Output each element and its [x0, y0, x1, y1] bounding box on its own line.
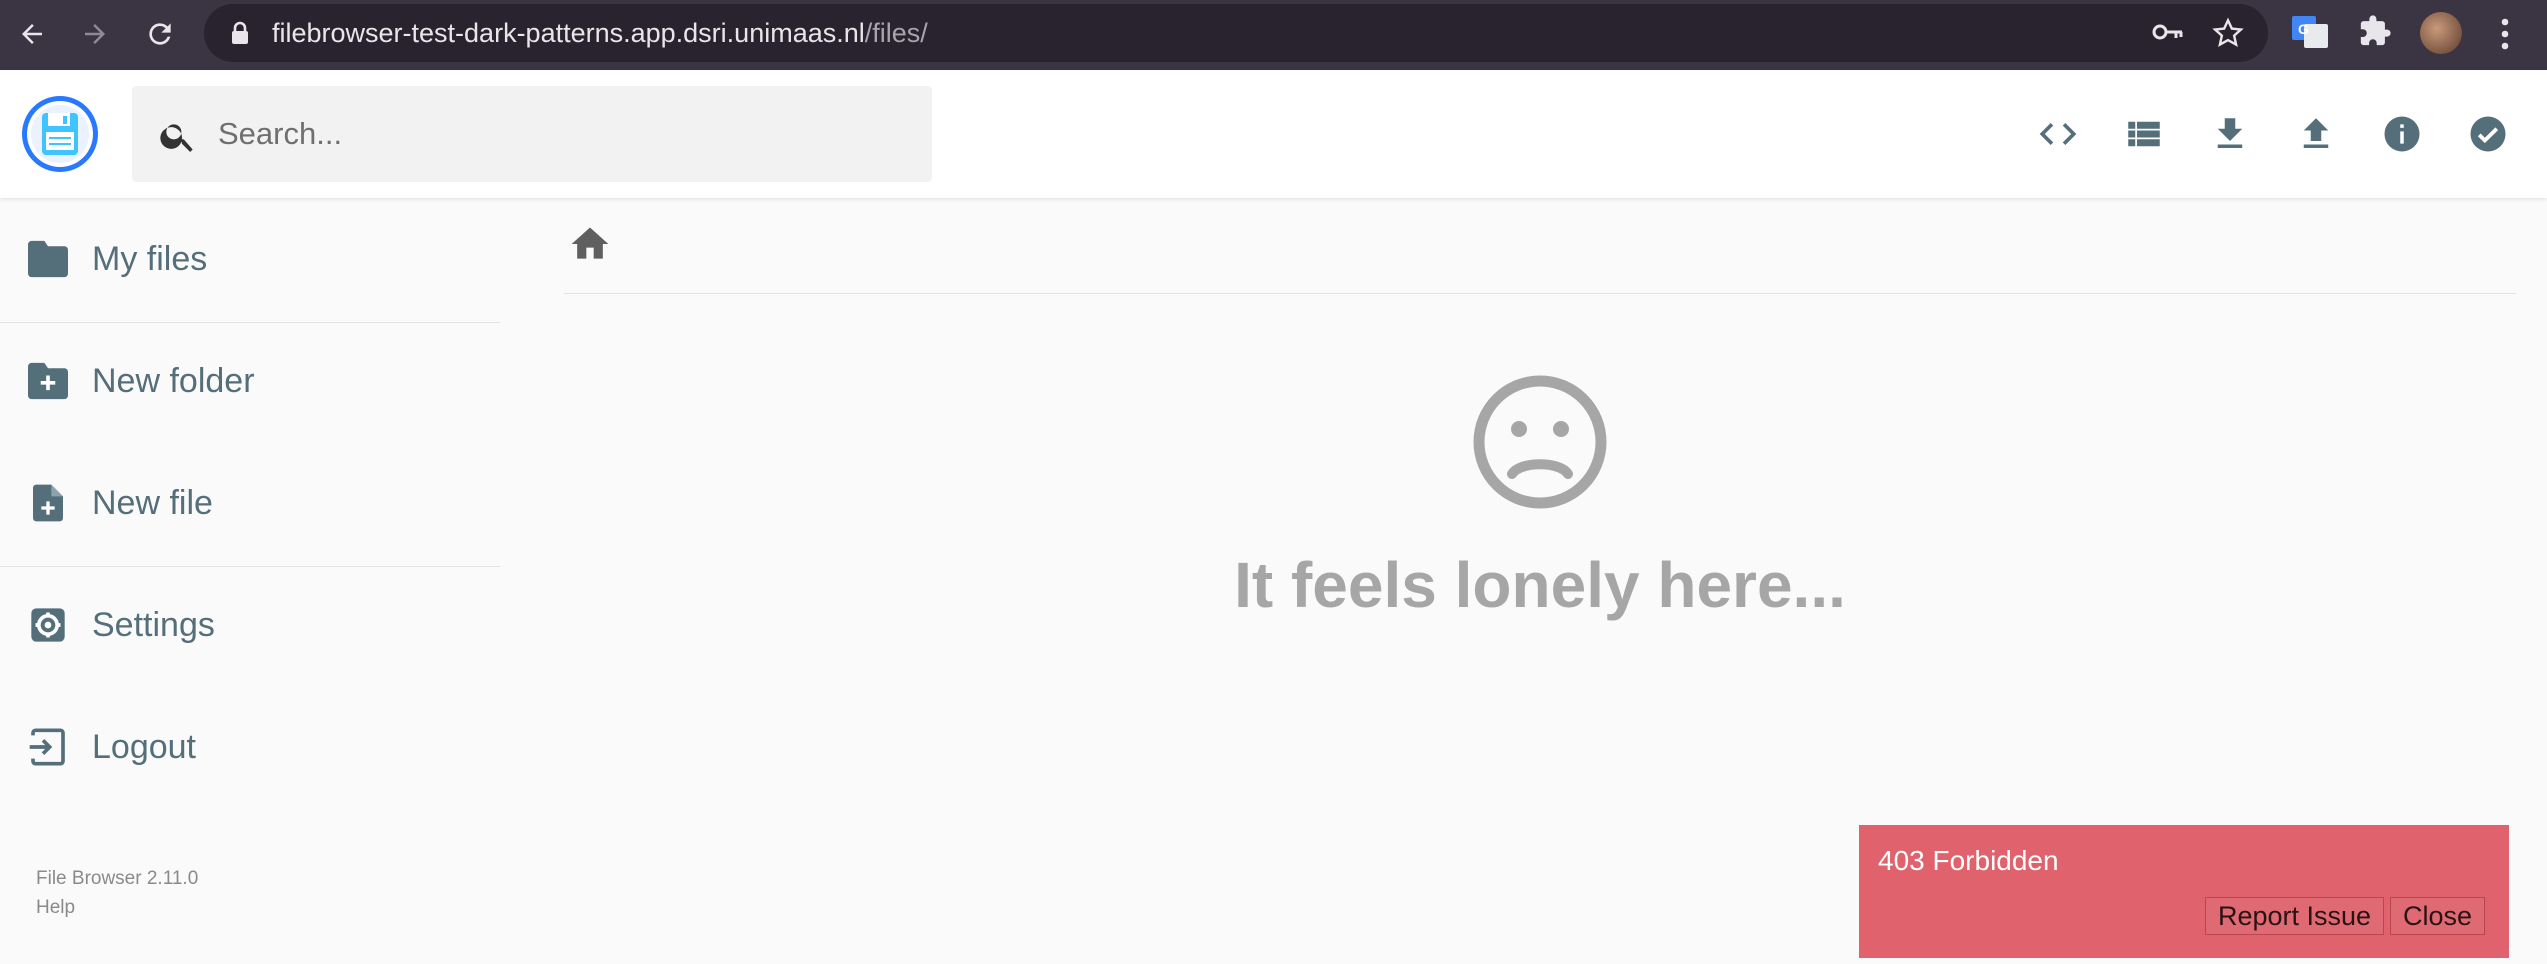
- sidebar-item-new-file[interactable]: New file: [0, 458, 500, 548]
- settings-icon: [31, 608, 65, 642]
- sidebar-item-new-folder[interactable]: New folder: [0, 336, 500, 426]
- sad-face-icon: [1473, 375, 1607, 509]
- lock-icon: [232, 21, 248, 44]
- create-new-folder-icon: [28, 362, 68, 400]
- sidebar-item-label: New file: [92, 484, 213, 522]
- breadcrumb: [564, 222, 2516, 294]
- forward-button[interactable]: [73, 12, 117, 56]
- divider: [0, 566, 500, 567]
- back-button[interactable]: [10, 12, 54, 56]
- sidebar-item-settings[interactable]: Settings: [0, 580, 500, 670]
- upload-button[interactable]: [2292, 110, 2340, 158]
- close-button[interactable]: Close: [2390, 897, 2486, 935]
- search-icon: [160, 124, 193, 152]
- app-header: [0, 70, 2547, 198]
- sidebar: My files New folder New file Settings Lo…: [0, 198, 500, 964]
- select-button[interactable]: [2464, 110, 2512, 158]
- arrow-left-icon: [22, 24, 42, 44]
- sidebar-item-label: My files: [92, 240, 208, 278]
- info-icon: [2384, 116, 2420, 152]
- divider: [0, 322, 500, 323]
- sidebar-item-label: Settings: [92, 606, 215, 644]
- address-bar[interactable]: filebrowser-test-dark-patterns.app.dsri.…: [204, 4, 2268, 62]
- empty-state-message: It feels lonely here...: [1234, 549, 1846, 621]
- sidebar-item-logout[interactable]: Logout: [0, 702, 500, 792]
- profile-avatar[interactable]: [2420, 12, 2462, 54]
- home-icon[interactable]: [568, 222, 612, 266]
- extensions-icon[interactable]: [2358, 14, 2392, 48]
- check-circle-icon: [2470, 116, 2506, 152]
- url-host: filebrowser-test-dark-patterns.app.dsri.…: [272, 18, 865, 48]
- folder-icon: [28, 240, 68, 278]
- info-button[interactable]: [2378, 110, 2426, 158]
- url-path: /files/: [864, 18, 928, 48]
- filebrowser-logo[interactable]: [20, 94, 100, 174]
- reload-icon: [149, 23, 171, 45]
- browser-toolbar: filebrowser-test-dark-patterns.app.dsri.…: [0, 0, 2547, 70]
- credits: File Browser 2.11.0 Help: [36, 864, 198, 922]
- help-link[interactable]: Help: [36, 893, 198, 922]
- download-button[interactable]: [2206, 110, 2254, 158]
- sidebar-item-my-files[interactable]: My files: [0, 214, 500, 304]
- star-icon[interactable]: [2212, 17, 2244, 49]
- download-icon: [2217, 118, 2243, 148]
- sidebar-item-label: Logout: [92, 728, 196, 766]
- list-view-button[interactable]: [2120, 110, 2168, 158]
- toast-message: 403 Forbidden: [1878, 845, 2059, 876]
- arrow-right-icon: [85, 24, 105, 44]
- exit-icon: [29, 728, 65, 766]
- google-translate-icon[interactable]: G: [2292, 14, 2328, 50]
- version-text: File Browser 2.11.0: [36, 868, 199, 889]
- note-add-icon: [33, 484, 63, 522]
- search-input[interactable]: [218, 108, 898, 160]
- upload-icon: [2303, 118, 2329, 148]
- search-box[interactable]: [132, 86, 932, 182]
- url-text: filebrowser-test-dark-patterns.app.dsri.…: [272, 18, 928, 49]
- reload-button[interactable]: [138, 12, 182, 56]
- code-view-icon: [2039, 123, 2077, 145]
- report-issue-button[interactable]: Report Issue: [2205, 897, 2385, 935]
- error-toast: 403 Forbidden Report Issue Close: [1859, 825, 2509, 958]
- code-view-button[interactable]: [2034, 110, 2082, 158]
- sidebar-item-label: New folder: [92, 362, 255, 400]
- list-view-icon: [2128, 121, 2160, 147]
- key-icon[interactable]: [2152, 20, 2184, 44]
- menu-kebab-icon[interactable]: [2490, 16, 2520, 52]
- svg-text:G: G: [2298, 21, 2309, 37]
